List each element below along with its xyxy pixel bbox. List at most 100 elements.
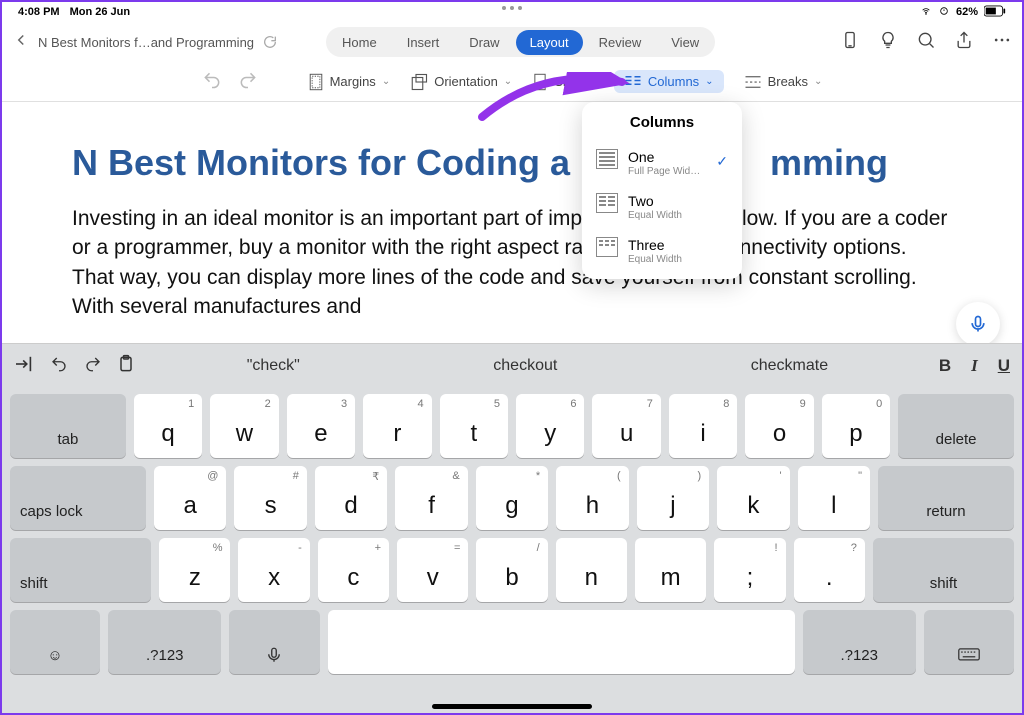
key-o-alt: 9 — [800, 398, 806, 410]
key-e[interactable]: 3e — [287, 394, 355, 458]
indent-icon[interactable] — [14, 355, 36, 378]
tab-draw[interactable]: Draw — [455, 30, 513, 55]
key-g[interactable]: *g — [476, 466, 548, 530]
orientation-button[interactable]: Orientation⌄ — [410, 73, 512, 91]
key-h[interactable]: (h — [556, 466, 628, 530]
columns-option-one[interactable]: One Full Page Wid… ✓ — [582, 141, 742, 185]
italic-button[interactable]: I — [971, 356, 978, 376]
search-icon[interactable] — [916, 30, 936, 55]
key-y[interactable]: 6y — [516, 394, 584, 458]
key-f[interactable]: &f — [395, 466, 467, 530]
option-two-sub: Equal Width — [628, 210, 682, 221]
key-l[interactable]: "l — [798, 466, 870, 530]
key-shift-left[interactable]: shift — [10, 538, 151, 602]
key-b[interactable]: /b — [476, 538, 547, 602]
underline-button[interactable]: U — [998, 356, 1010, 376]
margins-button[interactable]: Margins⌄ — [308, 73, 391, 91]
key-period[interactable]: ?. — [794, 538, 865, 602]
tab-layout[interactable]: Layout — [516, 30, 583, 55]
key-a[interactable]: @a — [154, 466, 226, 530]
key-p[interactable]: 0p — [822, 394, 890, 458]
key-n[interactable]: n — [556, 538, 627, 602]
columns-option-two[interactable]: Two Equal Width — [582, 185, 742, 229]
key-hide-keyboard[interactable] — [924, 610, 1014, 674]
key-z[interactable]: %z — [159, 538, 230, 602]
breaks-label: Breaks — [768, 74, 808, 89]
key-f-main: f — [428, 492, 435, 520]
key-q[interactable]: 1q — [134, 394, 202, 458]
key-r[interactable]: 4r — [363, 394, 431, 458]
tab-review[interactable]: Review — [585, 30, 656, 55]
key-k-main: k — [747, 492, 759, 520]
key-c[interactable]: +c — [318, 538, 389, 602]
key-return[interactable]: return — [878, 466, 1014, 530]
key-o[interactable]: 9o — [745, 394, 813, 458]
tab-view[interactable]: View — [657, 30, 713, 55]
key-capslock[interactable]: caps lock — [10, 466, 146, 530]
key-j[interactable]: )j — [637, 466, 709, 530]
battery-percent: 62% — [956, 6, 978, 18]
back-button[interactable] — [12, 31, 30, 54]
suggestion-3[interactable]: checkmate — [741, 353, 838, 379]
key-numbers-left[interactable]: .?123 — [108, 610, 221, 674]
key-m[interactable]: m — [635, 538, 706, 602]
clipboard-icon[interactable] — [116, 354, 136, 379]
more-icon[interactable] — [992, 30, 1012, 55]
key-w[interactable]: 2w — [210, 394, 278, 458]
size-label: Size — [554, 74, 579, 89]
key-numbers-left-label: .?123 — [146, 647, 184, 664]
sync-icon[interactable] — [262, 34, 278, 50]
breaks-button[interactable]: Breaks⌄ — [744, 74, 823, 89]
document-title[interactable]: N Best Monitors f…and Programming — [38, 35, 254, 50]
suggestion-1[interactable]: "check" — [237, 353, 310, 379]
mic-icon — [265, 646, 283, 664]
lightbulb-icon[interactable] — [878, 30, 898, 55]
key-u[interactable]: 7u — [592, 394, 660, 458]
undo-button[interactable] — [202, 70, 222, 93]
option-two-label: Two — [628, 193, 682, 209]
key-a-alt: @ — [207, 470, 218, 482]
mobile-view-icon[interactable] — [840, 30, 860, 55]
dictate-button[interactable] — [956, 302, 1000, 346]
key-space[interactable] — [328, 610, 795, 674]
key-tab[interactable]: tab — [10, 394, 126, 458]
doc-heading[interactable]: N Best Monitors for Coding a mming — [72, 142, 952, 184]
key-return-label: return — [926, 503, 965, 520]
share-icon[interactable] — [954, 30, 974, 55]
key-mic[interactable] — [229, 610, 319, 674]
key-shift-right[interactable]: shift — [873, 538, 1014, 602]
columns-option-three[interactable]: Three Equal Width — [582, 229, 742, 273]
key-x[interactable]: -x — [238, 538, 309, 602]
redo-button[interactable] — [238, 70, 258, 93]
columns-button[interactable]: Columns⌄ — [614, 70, 724, 93]
suggestion-2[interactable]: checkout — [483, 353, 567, 379]
key-k[interactable]: 'k — [717, 466, 789, 530]
key-semicolon[interactable]: !; — [714, 538, 785, 602]
key-emoji[interactable]: ☺ — [10, 610, 100, 674]
drag-dots-icon[interactable] — [502, 6, 522, 10]
doc-paragraph[interactable]: Investing in an ideal monitor is an impo… — [72, 204, 952, 322]
key-h-alt: ( — [617, 470, 621, 482]
key-i[interactable]: 8i — [669, 394, 737, 458]
size-button[interactable]: Size⌄ — [532, 73, 594, 91]
tab-insert[interactable]: Insert — [393, 30, 454, 55]
key-v[interactable]: =v — [397, 538, 468, 602]
key-x-main: x — [268, 564, 280, 592]
tab-home[interactable]: Home — [328, 30, 391, 55]
wifi-icon — [920, 6, 932, 19]
key-p-alt: 0 — [876, 398, 882, 410]
home-indicator[interactable] — [432, 704, 592, 709]
document-canvas[interactable]: N Best Monitors for Coding a mming Inves… — [2, 102, 1022, 343]
key-delete-label: delete — [936, 431, 977, 448]
kb-redo-icon[interactable] — [82, 355, 104, 378]
bold-button[interactable]: B — [939, 356, 951, 376]
key-d[interactable]: ₹d — [315, 466, 387, 530]
key-u-main: u — [620, 420, 633, 448]
kb-undo-icon[interactable] — [48, 355, 70, 378]
key-f-alt: & — [452, 470, 459, 482]
key-t[interactable]: 5t — [440, 394, 508, 458]
key-numbers-right[interactable]: .?123 — [803, 610, 916, 674]
key-delete[interactable]: delete — [898, 394, 1014, 458]
key-v-alt: = — [454, 542, 460, 554]
key-s[interactable]: #s — [234, 466, 306, 530]
